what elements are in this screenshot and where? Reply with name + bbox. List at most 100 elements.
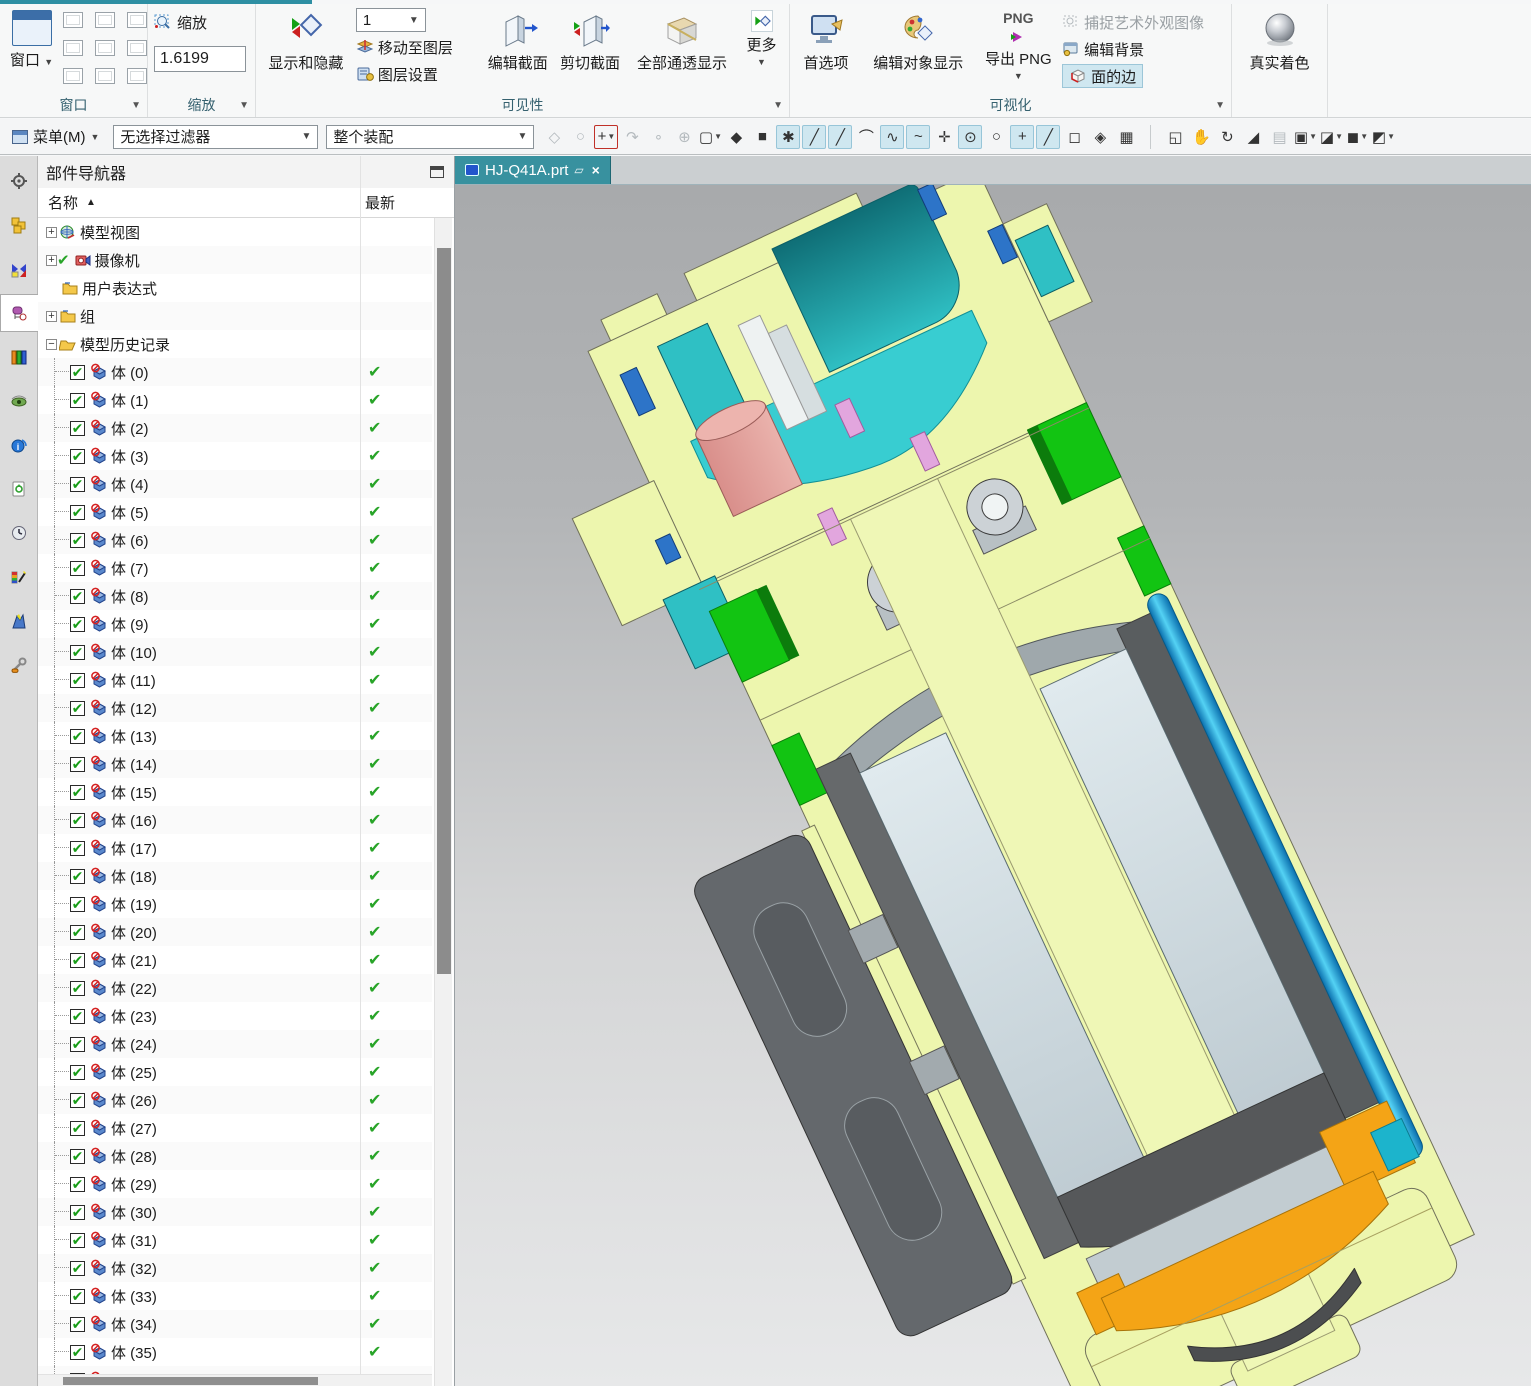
feature-checkbox[interactable]: ✔ [70, 728, 85, 744]
body-feature-row[interactable]: ✔ 体 (30) ✔ [38, 1198, 432, 1226]
show-through-all-button[interactable]: 全部通透显示 [630, 8, 734, 73]
work-layer-combo[interactable]: 1 ▼ [355, 8, 426, 32]
layer-settings-button[interactable]: 图层设置 [356, 62, 480, 86]
body-feature-row[interactable]: ✔ 体 (4) ✔ [38, 470, 432, 498]
expander-icon[interactable]: + [46, 254, 57, 266]
body-feature-row[interactable]: ✔ 体 (14) ✔ [38, 750, 432, 778]
feature-checkbox[interactable]: ✔ [70, 980, 85, 996]
feature-checkbox[interactable]: ✔ [70, 1288, 85, 1304]
close-tab-icon[interactable]: × [592, 162, 600, 178]
body-label[interactable]: 体 (31) [111, 1230, 157, 1251]
body-feature-row[interactable]: ✔ 体 (33) ✔ [38, 1282, 432, 1310]
body-feature-row-partial[interactable]: ✔ [38, 1366, 432, 1374]
sectioned-assembly-model[interactable] [455, 169, 1531, 1386]
body-feature-row[interactable]: ✔ 体 (5) ✔ [38, 498, 432, 526]
body-feature-row[interactable]: ✔ 体 (0) ✔ [38, 358, 432, 386]
face-edges-button[interactable]: 面的边 [1062, 64, 1144, 88]
body-feature-row[interactable]: ✔ 体 (26) ✔ [38, 1086, 432, 1114]
body-feature-row[interactable]: ✔ 体 (24) ✔ [38, 1030, 432, 1058]
display-mode-icon[interactable]: ◼ ▼ [1345, 125, 1369, 149]
edit-background-button[interactable]: 编辑背景 [1062, 37, 1225, 61]
body-label[interactable]: 体 (22) [111, 978, 157, 999]
feature-checkbox[interactable]: ✔ [70, 812, 85, 828]
resource-bar-item-visual-scene-icon[interactable] [2, 382, 36, 420]
shaded-cube-icon[interactable]: ■ [750, 125, 774, 149]
feature-checkbox[interactable]: ✔ [70, 840, 85, 856]
feature-checkbox[interactable]: ✔ [70, 896, 85, 912]
tree-item-label[interactable]: 组 [80, 306, 95, 327]
axis-point-icon[interactable]: ✛ [932, 125, 956, 149]
feature-checkbox[interactable]: ✔ [70, 392, 85, 408]
part-tab[interactable]: HJ-Q41A.prt ▱ × [455, 156, 611, 184]
feature-checkbox[interactable]: ✔ [70, 644, 85, 660]
feature-checkbox[interactable]: ✔ [70, 1036, 85, 1052]
pan-icon[interactable]: ✋ [1189, 125, 1213, 149]
tree-item-label[interactable]: 摄像机 [95, 250, 140, 271]
body-feature-row[interactable]: ✔ 体 (12) ✔ [38, 694, 432, 722]
feature-checkbox[interactable]: ✔ [70, 1176, 85, 1192]
feature-checkbox[interactable]: ✔ [70, 1148, 85, 1164]
horizontal-scrollbar[interactable] [38, 1374, 432, 1386]
zoom-box-icon[interactable]: ◱ [1163, 125, 1187, 149]
body-label[interactable]: 体 (5) [111, 502, 149, 523]
body-label[interactable]: 体 (25) [111, 1062, 157, 1083]
resource-bar-item-constraint-navigator-icon[interactable] [2, 250, 36, 288]
annotation-icon[interactable]: ▤ [1267, 125, 1291, 149]
true-shading-button[interactable]: 真实着色 [1240, 8, 1320, 73]
show-hide-button[interactable]: 显示和隐藏 [262, 8, 350, 73]
body-label[interactable]: 体 (10) [111, 642, 157, 663]
body-feature-row[interactable]: ✔ 体 (13) ✔ [38, 722, 432, 750]
body-label[interactable]: 体 (28) [111, 1146, 157, 1167]
feature-checkbox[interactable]: ✔ [70, 532, 85, 548]
feature-checkbox[interactable]: ✔ [70, 784, 85, 800]
layout-two-col-icon[interactable] [95, 12, 116, 28]
feature-checkbox[interactable]: ✔ [70, 1064, 85, 1080]
feature-checkbox[interactable]: ✔ [70, 560, 85, 576]
resource-bar-item-color-tool-icon[interactable] [2, 558, 36, 596]
fit-view-icon[interactable]: ▣ ▼ [1293, 125, 1317, 149]
feature-checkbox[interactable]: ✔ [70, 420, 85, 436]
body-feature-row[interactable]: ✔ 体 (2) ✔ [38, 414, 432, 442]
solid-snap-icon[interactable]: ◆ [724, 125, 748, 149]
chevron-down-icon[interactable]: ▼ [1215, 96, 1225, 116]
feature-checkbox[interactable]: ✔ [70, 364, 85, 380]
expander-icon[interactable]: − [46, 338, 57, 350]
feature-checkbox[interactable]: ✔ [70, 1344, 85, 1360]
vertical-scrollbar-thumb[interactable] [437, 248, 451, 974]
body-feature-row[interactable]: ✔ 体 (16) ✔ [38, 806, 432, 834]
body-label[interactable]: 体 (1) [111, 390, 149, 411]
body-label[interactable]: 体 (2) [111, 418, 149, 439]
section-view-icon[interactable]: ◪ ▼ [1319, 125, 1343, 149]
marquee-select-icon[interactable]: ▢ ▼ [698, 125, 722, 149]
tree-item[interactable]: + 模型视图 [38, 218, 432, 246]
tree-item-label[interactable]: 模型历史记录 [80, 334, 170, 355]
layout-left-split-icon[interactable] [63, 40, 84, 56]
column-latest[interactable]: 最新 [365, 192, 395, 213]
move-to-layer-button[interactable]: 移动至图层 [356, 35, 480, 59]
resource-bar-item-history-palette-icon[interactable] [2, 470, 36, 508]
resource-bar-item-reuse-library-icon[interactable] [2, 338, 36, 376]
tree-item[interactable]: + ✔ 摄像机 [38, 246, 432, 274]
end-point-icon[interactable]: ✱ [776, 124, 801, 149]
horizontal-scrollbar-thumb[interactable] [63, 1377, 318, 1385]
body-label[interactable]: 体 (26) [111, 1090, 157, 1111]
resource-bar-item-part-navigator-icon[interactable] [0, 294, 38, 332]
body-label[interactable]: 体 (30) [111, 1202, 157, 1223]
feature-checkbox[interactable]: ✔ [70, 1120, 85, 1136]
feature-checkbox[interactable]: ✔ [70, 476, 85, 492]
body-feature-row[interactable]: ✔ 体 (9) ✔ [38, 610, 432, 638]
body-feature-row[interactable]: ✔ 体 (27) ✔ [38, 1114, 432, 1142]
feature-checkbox[interactable]: ✔ [70, 868, 85, 884]
window-button[interactable]: 窗口 ▼ [6, 8, 57, 72]
undock-icon[interactable] [430, 166, 444, 178]
existing-point-icon[interactable]: ∘ [646, 125, 670, 149]
body-feature-row[interactable]: ✔ 体 (23) ✔ [38, 1002, 432, 1030]
feature-checkbox[interactable]: ✔ [70, 1092, 85, 1108]
body-label[interactable]: 体 (12) [111, 698, 157, 719]
body-feature-row[interactable]: ✔ 体 (32) ✔ [38, 1254, 432, 1282]
expander-icon[interactable]: + [46, 310, 57, 322]
body-label[interactable]: 体 (21) [111, 950, 157, 971]
body-label[interactable]: 体 (33) [111, 1286, 157, 1307]
body-label[interactable]: 体 (14) [111, 754, 157, 775]
body-label[interactable]: 体 (24) [111, 1034, 157, 1055]
